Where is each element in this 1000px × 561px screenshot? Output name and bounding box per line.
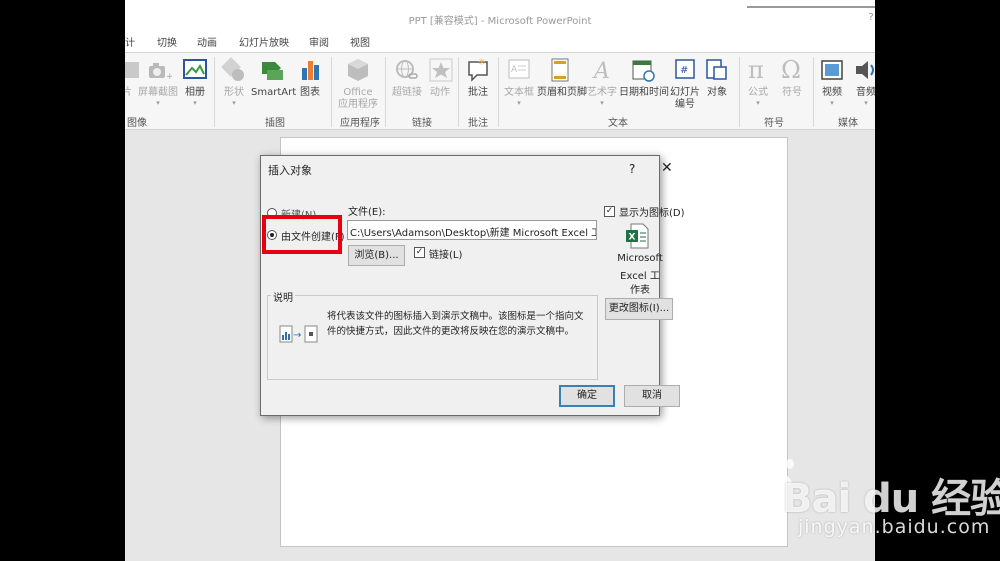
ok-button[interactable]: 确定 xyxy=(559,385,615,407)
insert-object-dialog: 插入对象 ? ✕ 新建(N) 由文件创建(F) 文件(E): C:\Users\… xyxy=(260,155,685,416)
description-label: 说明 xyxy=(271,289,295,304)
icon-caption-line1: Microsoft xyxy=(617,253,663,264)
group-comments-label: 批注 xyxy=(468,118,488,129)
symbol-button[interactable]: Ω 符号 xyxy=(777,56,807,99)
svg-text:Ω: Ω xyxy=(781,56,801,84)
globe-link-icon xyxy=(396,60,418,79)
object-icon xyxy=(706,59,727,80)
bar-chart-icon xyxy=(302,61,319,80)
wordart-icon: A xyxy=(592,59,610,84)
icon-caption-line3: 作表 xyxy=(630,285,650,296)
group-links-label: 链接 xyxy=(412,118,432,129)
screenshot-button[interactable]: + 屏幕截图 ▾ xyxy=(137,56,179,107)
tab-view[interactable]: 视图 xyxy=(350,34,370,49)
tab-review[interactable]: 审阅 xyxy=(309,34,329,49)
chart-button[interactable]: 图表 xyxy=(297,56,323,99)
help-button[interactable]: ? xyxy=(867,12,875,23)
cancel-button[interactable]: 取消 xyxy=(624,385,680,407)
video-button[interactable]: 视频 ▾ xyxy=(817,56,847,107)
star-action-icon xyxy=(429,58,453,82)
group-media-label: 媒体 xyxy=(838,118,858,129)
red-highlight-box xyxy=(262,215,342,254)
excel-file-icon: X xyxy=(626,223,649,249)
comment-button[interactable]: ✳ 批注 xyxy=(463,56,493,99)
svg-text:#: # xyxy=(680,65,688,76)
action-button[interactable]: 动作 xyxy=(427,56,453,99)
ribbon-tabs: 计 切换 动画 幻灯片放映 审阅 视图 xyxy=(125,32,875,52)
equation-button[interactable]: π 公式 ▾ xyxy=(743,56,773,107)
film-icon xyxy=(821,60,843,80)
shapes-icon xyxy=(221,57,244,81)
pictures-button[interactable]: 片 xyxy=(125,56,139,99)
group-symbols-label: 符号 xyxy=(764,118,784,129)
header-footer-icon xyxy=(551,58,569,82)
datetime-button[interactable]: 日期和时间 xyxy=(619,56,669,99)
svg-text:→: → xyxy=(293,330,301,341)
insert-ribbon: 片 + 屏幕截图 ▾ 相册 ▾ 图像 形状 ▾ SmartArt 图表 插图 O… xyxy=(125,52,875,130)
audio-button[interactable]: 音频 ▾ xyxy=(851,56,875,107)
slide-number-button[interactable]: # 幻灯片 编号 xyxy=(669,56,701,111)
object-button[interactable]: 对象 xyxy=(703,56,731,99)
svg-text:A: A xyxy=(592,59,610,84)
photo-album-button[interactable]: 相册 ▾ xyxy=(181,56,209,107)
textbox-icon: A xyxy=(508,59,530,79)
watermark-url: jingyan.baidu.com xyxy=(798,516,991,538)
group-apps-label: 应用程序 xyxy=(340,118,380,129)
dialog-close-button[interactable]: ✕ xyxy=(661,160,673,176)
comment-icon: ✳ xyxy=(468,58,488,82)
smartart-icon xyxy=(262,62,283,80)
hyperlink-button[interactable]: 超链接 xyxy=(389,56,425,99)
pi-icon: π xyxy=(748,56,764,84)
album-icon xyxy=(183,59,207,79)
tab-transitions[interactable]: 切换 xyxy=(157,34,177,49)
header-footer-button[interactable]: 页眉和页脚 xyxy=(537,56,587,99)
wordart-button[interactable]: A 艺术字 ▾ xyxy=(586,56,618,107)
omega-icon: Ω xyxy=(781,56,801,84)
file-label: 文件(E): xyxy=(348,207,386,218)
tab-design[interactable]: 计 xyxy=(125,34,135,49)
svg-text:✳: ✳ xyxy=(478,58,486,68)
camera-icon: + xyxy=(149,63,172,82)
icon-caption-line2: Excel 工 xyxy=(620,271,660,282)
embed-illustration-icon: → xyxy=(279,325,318,343)
group-text-label: 文本 xyxy=(608,118,628,129)
svg-text:X: X xyxy=(629,233,636,243)
link-checkbox[interactable]: ✓ xyxy=(414,247,425,258)
link-label: 链接(L) xyxy=(429,250,463,261)
window-title: PPT [兼容模式] - Microsoft PowerPoint xyxy=(408,16,592,27)
dialog-title: 插入对象 xyxy=(268,164,312,177)
tab-slideshow[interactable]: 幻灯片放映 xyxy=(239,34,289,49)
change-icon-button[interactable]: 更改图标(I)... xyxy=(605,298,673,320)
calendar-icon xyxy=(632,60,655,82)
smartart-button[interactable]: SmartArt xyxy=(251,56,296,99)
browse-button[interactable]: 浏览(B)... xyxy=(348,245,405,266)
speaker-icon xyxy=(856,61,874,79)
description-text: 将代表该文件的图标插入到演示文稿中。该图标是一个指向文件的快捷方式，因此文件的更… xyxy=(327,311,584,337)
svg-text:π: π xyxy=(748,56,764,84)
file-path-input[interactable]: C:\Users\Adamson\Desktop\新建 Microsoft Ex… xyxy=(347,220,597,240)
group-illustrations-label: 插图 xyxy=(265,118,285,129)
dialog-help-button[interactable]: ? xyxy=(629,162,635,176)
office-apps-icon xyxy=(348,59,368,81)
window-frame-edge xyxy=(747,0,875,8)
shapes-button[interactable]: 形状 ▾ xyxy=(219,56,249,107)
display-as-icon-label: 显示为图标(D) xyxy=(619,208,685,219)
svg-text:+: + xyxy=(166,72,172,82)
display-as-icon-checkbox[interactable]: ✓ xyxy=(604,206,615,217)
office-apps-button[interactable]: Office 应用程序 xyxy=(333,56,383,111)
svg-text:A: A xyxy=(511,65,518,75)
group-images-label: 图像 xyxy=(127,118,147,129)
tab-animations[interactable]: 动画 xyxy=(197,34,217,49)
textbox-button[interactable]: A 文本框 ▾ xyxy=(501,56,537,107)
slide-number-icon: # xyxy=(675,59,695,79)
